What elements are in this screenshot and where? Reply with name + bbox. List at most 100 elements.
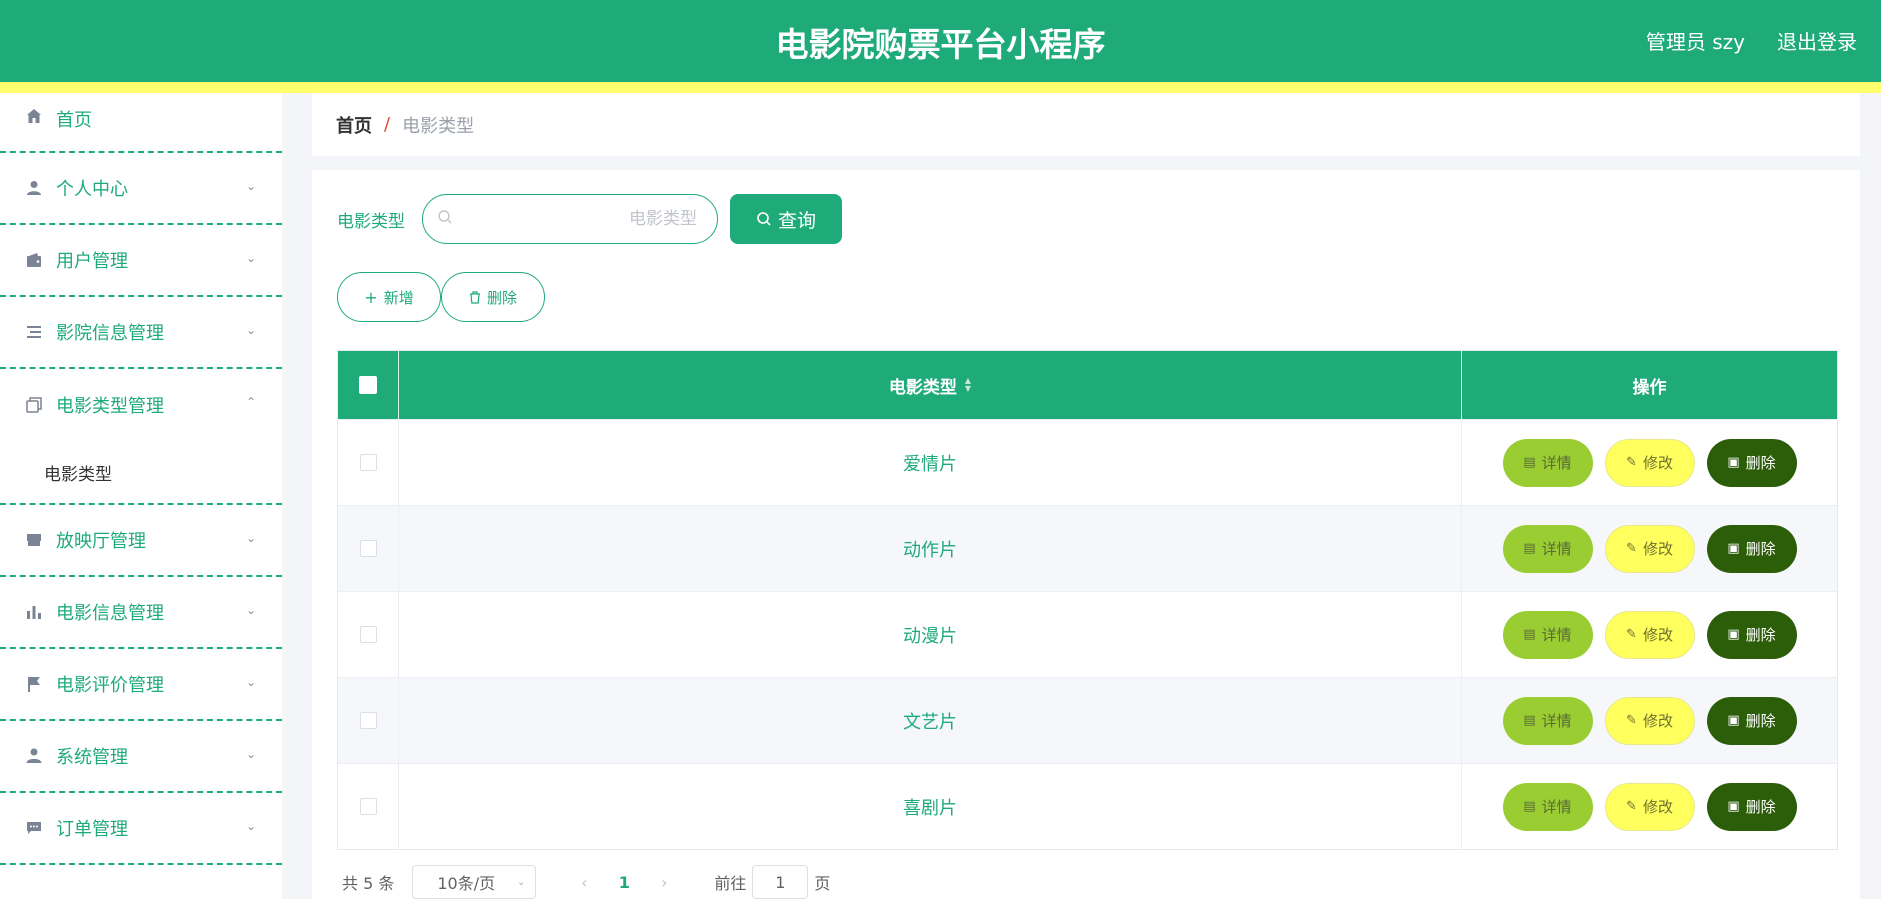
page-number-current[interactable]: 1 bbox=[604, 873, 644, 892]
add-button[interactable]: + 新增 bbox=[337, 272, 441, 322]
sidebar-item-label: 系统管理 bbox=[56, 747, 128, 768]
delete-button[interactable]: ▣ 删除 bbox=[1706, 610, 1797, 659]
detail-button[interactable]: ▤ 详情 bbox=[1502, 696, 1593, 745]
row-checkbox-cell bbox=[338, 678, 399, 763]
chevron-down-icon: ⌄ bbox=[245, 747, 256, 761]
column-header-label: 电影类型 bbox=[888, 377, 957, 398]
delete-label: 删除 bbox=[1745, 454, 1776, 472]
document-icon: ▤ bbox=[1523, 455, 1536, 470]
detail-button[interactable]: ▤ 详情 bbox=[1502, 438, 1593, 487]
delete-button[interactable]: ▣ 删除 bbox=[1706, 438, 1797, 487]
movie-type-cell: 动作片 bbox=[399, 506, 1462, 591]
delete-button[interactable]: ▣ 删除 bbox=[1706, 696, 1797, 745]
edit-button[interactable]: ✎ 修改 bbox=[1604, 438, 1695, 487]
document-icon: ▤ bbox=[1523, 713, 1536, 728]
detail-label: 详情 bbox=[1541, 712, 1572, 730]
movie-type-cell: 文艺片 bbox=[399, 678, 1462, 763]
row-checkbox[interactable] bbox=[359, 454, 377, 471]
search-label: 电影类型 bbox=[337, 212, 405, 232]
chevron-down-icon: ⌄ bbox=[245, 603, 256, 617]
goto-page-input[interactable] bbox=[752, 865, 809, 899]
goto-label: 前往 bbox=[714, 874, 747, 893]
column-header-operations: 操作 bbox=[1462, 351, 1837, 419]
sidebar-item-hall-management[interactable]: 放映厅管理 ⌄ bbox=[0, 505, 282, 577]
sidebar-item-personal-center[interactable]: 个人中心 ⌄ bbox=[0, 153, 282, 225]
admin-user-label: 管理员 szy bbox=[1645, 30, 1745, 54]
delete-label: 删除 bbox=[1745, 798, 1776, 816]
delete-button[interactable]: ▣ 删除 bbox=[1706, 782, 1797, 831]
sidebar-item-label: 影院信息管理 bbox=[56, 323, 164, 344]
bar-chart-icon bbox=[24, 602, 44, 622]
sidebar: 首页 个人中心 ⌄ 用户管理 ⌄ 影院信息管理 ⌄ 电影类型管理 ⌃ 电影类型 … bbox=[0, 93, 282, 899]
trash-icon: ▣ bbox=[1727, 713, 1740, 728]
copy-icon bbox=[24, 395, 44, 415]
edit-button[interactable]: ✎ 修改 bbox=[1604, 782, 1695, 831]
trash-icon: ▣ bbox=[1727, 799, 1740, 814]
sidebar-item-movie-info[interactable]: 电影信息管理 ⌄ bbox=[0, 577, 282, 649]
row-checkbox-cell bbox=[338, 764, 399, 849]
movie-type-table: 电影类型 ▲ ▼ 操作 爱情片 ▤ 详情 ✎ 修改 ▣ 删除 动作片 ▤ 详情 ✎ 修改 ▣… bbox=[337, 350, 1838, 850]
search-field[interactable] bbox=[422, 194, 718, 244]
select-all-checkbox[interactable] bbox=[359, 376, 377, 394]
detail-button[interactable]: ▤ 详情 bbox=[1502, 782, 1593, 831]
table-row: 动漫片 ▤ 详情 ✎ 修改 ▣ 删除 bbox=[338, 591, 1837, 677]
sidebar-item-home[interactable]: 首页 bbox=[0, 93, 282, 153]
batch-delete-label: 删除 bbox=[486, 288, 517, 307]
document-icon: ▤ bbox=[1523, 799, 1536, 814]
row-checkbox[interactable] bbox=[359, 540, 377, 557]
row-checkbox-cell bbox=[338, 506, 399, 591]
sort-icon[interactable]: ▲ ▼ bbox=[965, 377, 971, 393]
sidebar-item-label: 用户管理 bbox=[56, 251, 128, 272]
app-title: 电影院购票平台小程序 bbox=[775, 25, 1106, 64]
breadcrumb-home[interactable]: 首页 bbox=[336, 112, 372, 138]
chevron-down-icon: ⌄ bbox=[245, 251, 256, 265]
batch-delete-button[interactable]: 删除 bbox=[441, 272, 545, 322]
row-checkbox[interactable] bbox=[359, 712, 377, 729]
chevron-down-icon: ⌄ bbox=[245, 531, 256, 545]
page-size-value: 10条/页 bbox=[437, 874, 496, 893]
next-page-button[interactable]: › bbox=[644, 873, 684, 892]
query-button-label: 查询 bbox=[777, 209, 816, 232]
person-icon bbox=[24, 178, 44, 198]
delete-button[interactable]: ▣ 删除 bbox=[1706, 524, 1797, 573]
edit-button[interactable]: ✎ 修改 bbox=[1604, 524, 1695, 573]
page-size-select[interactable]: 10条/页 ⌄ bbox=[412, 865, 537, 899]
pencil-icon: ✎ bbox=[1626, 541, 1637, 556]
header-stripe bbox=[0, 82, 1881, 93]
prev-page-button[interactable]: ‹ bbox=[564, 873, 604, 892]
detail-button[interactable]: ▤ 详情 bbox=[1502, 610, 1593, 659]
table-header: 电影类型 ▲ ▼ 操作 bbox=[338, 351, 1837, 419]
row-actions: ▤ 详情 ✎ 修改 ▣ 删除 bbox=[1462, 506, 1837, 591]
sidebar-item-label: 电影类型管理 bbox=[56, 396, 164, 417]
edit-button[interactable]: ✎ 修改 bbox=[1604, 610, 1695, 659]
detail-label: 详情 bbox=[1541, 540, 1572, 558]
page-suffix: 页 bbox=[814, 874, 831, 893]
sidebar-item-label: 首页 bbox=[56, 110, 92, 131]
row-actions: ▤ 详情 ✎ 修改 ▣ 删除 bbox=[1462, 420, 1837, 505]
sidebar-item-user-management[interactable]: 用户管理 ⌄ bbox=[0, 225, 282, 297]
sidebar-item-movie-review[interactable]: 电影评价管理 ⌄ bbox=[0, 649, 282, 721]
sidebar-item-movie-type-management[interactable]: 电影类型管理 ⌃ bbox=[0, 369, 282, 441]
movie-type-cell: 动漫片 bbox=[399, 592, 1462, 677]
sidebar-item-system-management[interactable]: 系统管理 ⌄ bbox=[0, 721, 282, 793]
detail-label: 详情 bbox=[1541, 454, 1572, 472]
row-checkbox[interactable] bbox=[359, 798, 377, 815]
search-input[interactable] bbox=[467, 209, 717, 229]
edit-button[interactable]: ✎ 修改 bbox=[1604, 696, 1695, 745]
column-header-movie-type[interactable]: 电影类型 ▲ ▼ bbox=[399, 351, 1462, 419]
breadcrumb-current: 电影类型 bbox=[402, 115, 475, 137]
detail-label: 详情 bbox=[1541, 626, 1572, 644]
detail-button[interactable]: ▤ 详情 bbox=[1502, 524, 1593, 573]
trash-icon: ▣ bbox=[1727, 627, 1740, 642]
logout-link[interactable]: 退出登录 bbox=[1777, 26, 1857, 55]
sidebar-item-order-management[interactable]: 订单管理 ⌄ bbox=[0, 793, 282, 865]
movie-type-cell: 爱情片 bbox=[399, 420, 1462, 505]
sidebar-subitem-movie-type[interactable]: 电影类型 bbox=[0, 441, 282, 505]
search-icon bbox=[437, 209, 453, 229]
sidebar-item-cinema-info[interactable]: 影院信息管理 ⌄ bbox=[0, 297, 282, 369]
home-icon bbox=[24, 106, 44, 126]
row-checkbox[interactable] bbox=[359, 626, 377, 643]
edit-label: 修改 bbox=[1642, 798, 1673, 816]
pencil-icon: ✎ bbox=[1626, 799, 1637, 814]
query-button[interactable]: 查询 bbox=[730, 194, 842, 244]
